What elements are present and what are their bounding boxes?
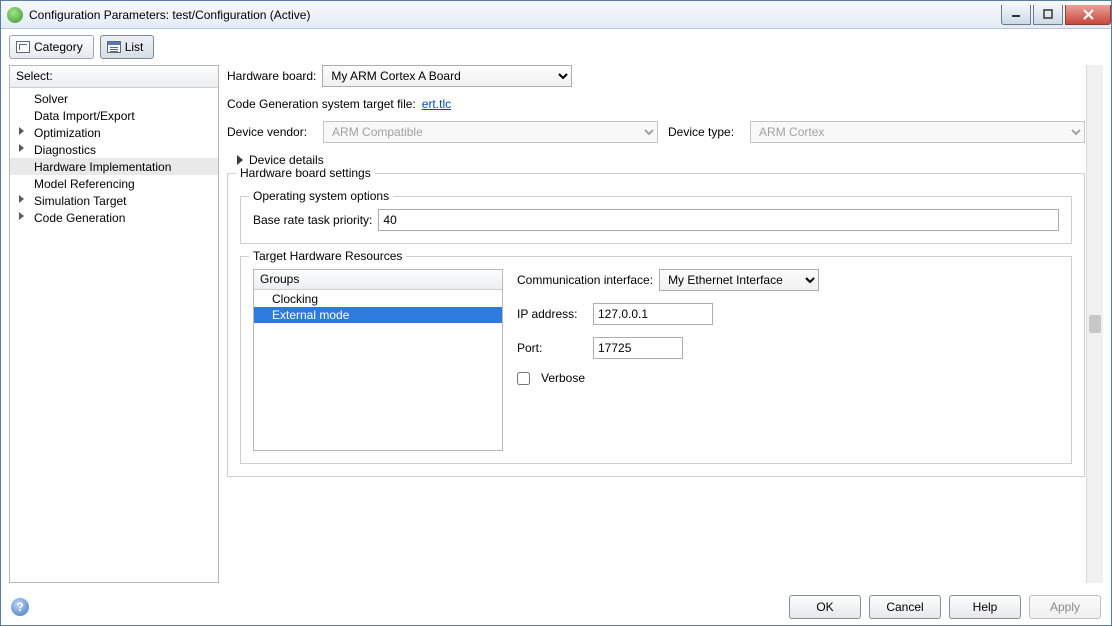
category-tree: Select: Solver Data Import/Export Optimiza…	[9, 65, 219, 583]
body: Select: Solver Data Import/Export Optimiza…	[1, 65, 1111, 589]
groups-header: Groups	[254, 270, 502, 290]
tree-item[interactable]: Data Import/Export	[10, 107, 218, 124]
help-icon[interactable]: ?	[11, 598, 29, 616]
help-button[interactable]: Help	[949, 595, 1021, 619]
port-input[interactable]	[593, 337, 683, 359]
device-type-select: ARM Cortex	[750, 121, 1085, 143]
app-icon	[7, 7, 23, 23]
hardware-board-select[interactable]: My ARM Cortex A Board	[322, 65, 572, 87]
thr-legend: Target Hardware Resources	[249, 249, 406, 263]
tree-item-label: Model Referencing	[34, 177, 135, 191]
main-panel: Hardware board: My ARM Cortex A Board Co…	[227, 65, 1103, 583]
list-label: List	[125, 40, 144, 54]
base-rate-label: Base rate task priority:	[253, 213, 372, 227]
category-icon	[16, 41, 30, 53]
groups-panel: Groups ClockingExternal mode	[253, 269, 503, 451]
os-options-legend: Operating system options	[249, 189, 393, 203]
tree-item-label: Code Generation	[34, 211, 125, 225]
minimize-button[interactable]	[1001, 5, 1031, 25]
chevron-right-icon	[237, 155, 243, 165]
tree-item-label: Simulation Target	[34, 194, 127, 208]
os-options: Operating system options Base rate task …	[240, 196, 1072, 244]
groups-item[interactable]: External mode	[254, 307, 502, 323]
tree-item[interactable]: Model Referencing	[10, 175, 218, 192]
tree-item-label: Optimization	[34, 126, 101, 140]
chevron-right-icon	[19, 212, 24, 220]
comm-panel: Communication interface: My Ethernet Int…	[517, 269, 1059, 451]
port-row: Port:	[517, 337, 1059, 359]
chevron-right-icon	[19, 144, 24, 152]
tree-header: Select:	[10, 66, 218, 88]
hardware-board-row: Hardware board: My ARM Cortex A Board	[227, 65, 1085, 87]
thr-flex: Groups ClockingExternal mode Communicati…	[253, 269, 1059, 451]
device-details-label: Device details	[249, 153, 324, 167]
comm-if-select[interactable]: My Ethernet Interface	[659, 269, 819, 291]
device-row: Device vendor: ARM Compatible Device typ…	[227, 121, 1085, 143]
port-label: Port:	[517, 341, 587, 355]
base-rate-input[interactable]	[378, 209, 1059, 231]
ok-button[interactable]: OK	[789, 595, 861, 619]
window-title: Configuration Parameters: test/Configura…	[29, 8, 999, 22]
tree-item[interactable]: Simulation Target	[10, 192, 218, 209]
codegen-label: Code Generation system target file:	[227, 97, 416, 111]
close-button[interactable]	[1065, 5, 1111, 25]
chevron-right-icon	[19, 195, 24, 203]
hardware-board-label: Hardware board:	[227, 69, 316, 83]
device-vendor-label: Device vendor:	[227, 125, 307, 139]
comm-if-row: Communication interface: My Ethernet Int…	[517, 269, 1059, 291]
groups-list: ClockingExternal mode	[254, 290, 502, 450]
toolbar: Category List	[1, 29, 1111, 65]
maximize-button[interactable]	[1033, 5, 1063, 25]
apply-button: Apply	[1029, 595, 1101, 619]
category-button[interactable]: Category	[9, 35, 94, 59]
tree-items: Solver Data Import/Export Optimization Diag…	[10, 88, 218, 582]
verbose-row: Verbose	[517, 371, 1059, 385]
device-details-toggle[interactable]: Device details	[227, 153, 1085, 167]
cancel-button[interactable]: Cancel	[869, 595, 941, 619]
codegen-link[interactable]: ert.tlc	[422, 97, 451, 111]
comm-if-label: Communication interface:	[517, 273, 653, 287]
hw-settings-legend: Hardware board settings	[236, 166, 375, 180]
tree-item[interactable]: Diagnostics	[10, 141, 218, 158]
scrollbar-thumb[interactable]	[1089, 315, 1101, 333]
ip-input[interactable]	[593, 303, 713, 325]
codegen-row: Code Generation system target file: ert.…	[227, 97, 1085, 111]
list-button[interactable]: List	[100, 35, 155, 59]
ip-label: IP address:	[517, 307, 587, 321]
content-area: Category List Select: Solver Data Import/…	[1, 29, 1111, 625]
chevron-right-icon	[19, 127, 24, 135]
tree-item[interactable]: Code Generation	[10, 209, 218, 226]
footer: ? OK Cancel Help Apply	[1, 589, 1111, 625]
tree-item-label: Hardware Implementation	[34, 160, 171, 174]
groups-item[interactable]: Clocking	[254, 291, 502, 307]
target-hardware-resources: Target Hardware Resources Groups Clockin…	[240, 256, 1072, 464]
tree-item-label: Data Import/Export	[34, 109, 135, 123]
minimize-icon	[1011, 9, 1021, 19]
vertical-scrollbar[interactable]	[1086, 65, 1103, 583]
tree-item[interactable]: Hardware Implementation	[10, 158, 218, 175]
titlebar[interactable]: Configuration Parameters: test/Configura…	[1, 1, 1111, 29]
device-type-label: Device type:	[668, 125, 734, 139]
window-buttons	[999, 5, 1111, 25]
verbose-label: Verbose	[541, 371, 585, 385]
maximize-icon	[1043, 9, 1053, 19]
window-frame: Configuration Parameters: test/Configura…	[0, 0, 1112, 626]
hardware-board-settings: Hardware board settings Operating system…	[227, 173, 1085, 477]
tree-item-label: Diagnostics	[34, 143, 96, 157]
tree-item[interactable]: Solver	[10, 90, 218, 107]
list-icon	[107, 41, 121, 53]
ip-row: IP address:	[517, 303, 1059, 325]
category-label: Category	[34, 40, 83, 54]
verbose-checkbox[interactable]	[517, 372, 530, 385]
base-rate-row: Base rate task priority:	[253, 209, 1059, 231]
tree-item[interactable]: Optimization	[10, 124, 218, 141]
device-vendor-select: ARM Compatible	[323, 121, 658, 143]
close-icon	[1083, 9, 1094, 20]
tree-item-label: Solver	[34, 92, 68, 106]
